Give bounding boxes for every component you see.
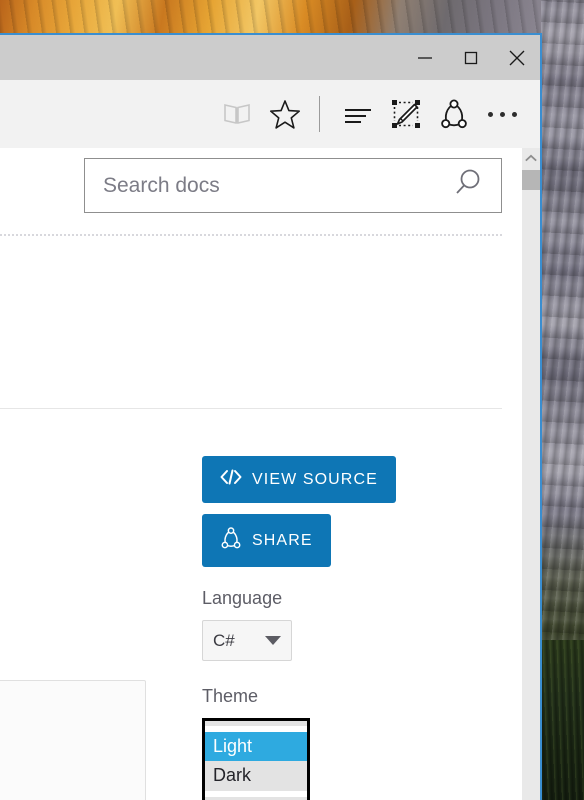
content-column: Compara- VIEW SOURCE xyxy=(0,418,502,800)
share-label: SHARE xyxy=(252,531,313,549)
share-icon[interactable] xyxy=(430,90,478,138)
maximize-button[interactable] xyxy=(448,35,494,80)
theme-label: Theme xyxy=(202,686,259,706)
listbox-bottom-padding xyxy=(205,790,307,797)
hub-icon[interactable] xyxy=(334,90,382,138)
wallpaper-grass xyxy=(541,640,584,800)
browser-window: Compara- VIEW SOURCE xyxy=(0,33,542,800)
scroll-up-button[interactable] xyxy=(522,148,540,168)
chevron-down-icon xyxy=(265,636,281,645)
theme-option-light[interactable]: Light xyxy=(205,732,307,762)
title-bar[interactable] xyxy=(0,35,540,80)
share-button[interactable]: SHARE xyxy=(202,514,331,567)
browser-toolbar xyxy=(0,80,540,148)
search-band xyxy=(0,148,540,228)
code-sample-panel: Compara- xyxy=(0,680,146,800)
share-icon xyxy=(220,527,242,554)
view-source-button[interactable]: VIEW SOURCE xyxy=(202,456,396,503)
code-icon xyxy=(220,469,242,490)
ellipsis-dots xyxy=(487,111,517,117)
favorites-star-icon[interactable] xyxy=(261,90,309,138)
chevron-up-icon xyxy=(525,154,537,162)
search-box[interactable] xyxy=(84,158,502,213)
search-input[interactable] xyxy=(103,173,451,198)
web-note-icon[interactable] xyxy=(382,90,430,138)
dotted-separator xyxy=(0,234,502,236)
language-label: Language xyxy=(202,588,283,608)
wallpaper-top-band xyxy=(0,0,584,36)
share-row: SHARE xyxy=(202,514,331,567)
close-button[interactable] xyxy=(494,35,540,80)
page-content: Compara- VIEW SOURCE xyxy=(0,148,540,800)
section-separator xyxy=(0,408,502,409)
vertical-scrollbar[interactable] xyxy=(522,148,540,800)
view-source-label: VIEW SOURCE xyxy=(252,470,378,488)
toolbar-divider xyxy=(319,96,320,132)
minimize-button[interactable] xyxy=(402,35,448,80)
theme-listbox[interactable]: Light Dark xyxy=(202,718,310,800)
language-selected-value: C# xyxy=(213,630,235,650)
search-icon[interactable] xyxy=(451,166,485,205)
theme-option-dark[interactable]: Dark xyxy=(205,761,307,790)
scrollbar-thumb[interactable] xyxy=(522,170,540,190)
reading-view-icon[interactable] xyxy=(213,90,261,138)
more-icon[interactable] xyxy=(478,90,526,138)
view-source-row: VIEW SOURCE xyxy=(202,456,396,503)
language-select[interactable]: C# xyxy=(202,620,292,661)
